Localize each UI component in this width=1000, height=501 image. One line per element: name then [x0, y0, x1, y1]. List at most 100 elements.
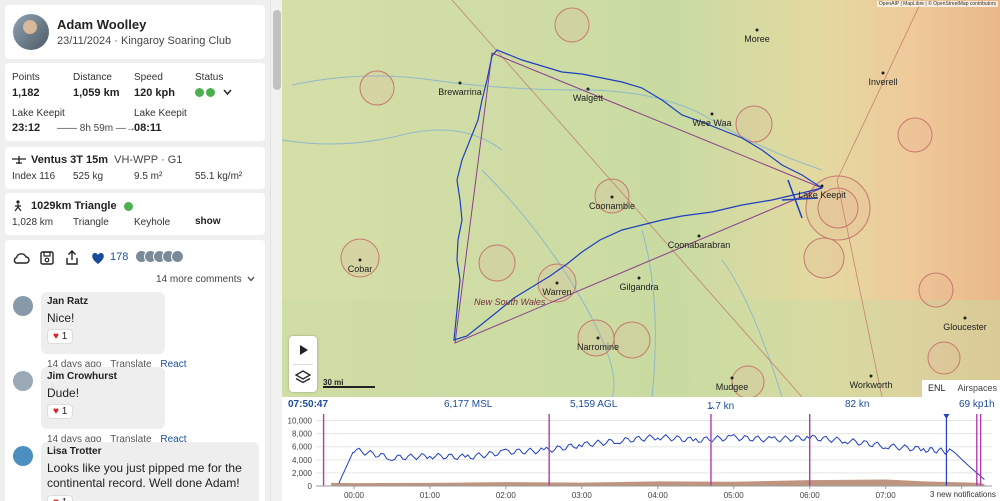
glider-icon [12, 156, 26, 164]
share-icon[interactable] [63, 249, 81, 267]
glider-line: Ventus 3T 15m VH-WPP · G1 [31, 154, 183, 166]
speed-value: 120 kph [134, 87, 175, 99]
town-label: Lake Keepit [798, 190, 846, 200]
x-tick-label: 00:00 [344, 491, 365, 500]
y-tick-label: 2,000 [292, 469, 313, 478]
cloud-icon[interactable] [12, 249, 30, 267]
avatar[interactable] [13, 371, 33, 391]
task-type: Triangle [73, 217, 109, 228]
x-tick-label: 05:00 [724, 491, 745, 500]
x-tick-label: 01:00 [420, 491, 441, 500]
task-show-link[interactable]: show [195, 216, 221, 227]
barogram-readout: 07:50:47 6,177 MSL 5,159 AGL ⌄ 1.7 kn 82… [282, 397, 1000, 412]
flight-duration: —— 8h 59m —→ [57, 123, 136, 134]
avatar[interactable] [13, 446, 33, 466]
x-tick-label: 07:00 [876, 491, 897, 500]
x-tick-label: 03:00 [572, 491, 593, 500]
reaction-badge[interactable]: ♥ 1 [47, 404, 74, 419]
x-tick-label: 04:00 [648, 491, 669, 500]
comment-author[interactable]: Jan Ratz [47, 296, 159, 307]
heart-icon: ♥ [53, 406, 59, 417]
glider-registration: VH-WPP [114, 154, 158, 166]
glider-index: Index 116 [12, 171, 56, 182]
pilot-name[interactable]: Adam Woolley [57, 17, 146, 32]
status-indicator[interactable] [195, 86, 232, 98]
town-dot [963, 316, 967, 320]
terrain-profile [331, 479, 985, 486]
chevron-down-icon[interactable] [223, 89, 232, 96]
task-title-text: 1029km Triangle [31, 200, 117, 212]
town-label: Narromine [576, 342, 620, 352]
liker-avatars[interactable] [135, 250, 184, 266]
town-label: Mudgee [715, 382, 749, 392]
likes-count[interactable]: 178 [110, 251, 128, 263]
scale-label: 30 mi [323, 378, 344, 387]
task-person-icon [14, 200, 22, 212]
barogram-panel[interactable]: 07:50:47 6,177 MSL 5,159 AGL ⌄ 1.7 kn 82… [282, 397, 1000, 501]
town-dot [555, 281, 559, 285]
vario-value: 1.7 kn [707, 401, 735, 412]
y-tick-label: 10,000 [288, 417, 313, 426]
y-tick-label: 6,000 [292, 443, 313, 452]
glider-card[interactable]: Ventus 3T 15m VH-WPP · G1 Index 116 525 … [5, 147, 265, 189]
town-label: Cobar [347, 264, 373, 274]
distance-label: Distance [73, 72, 112, 83]
altitude-series-line [338, 433, 985, 484]
pilot-card[interactable]: Adam Woolley 23/11/2024 · Kingaroy Soari… [5, 5, 265, 59]
map-attribution[interactable]: OpenAIP | MapLibre | © OpenStreetMap con… [876, 1, 998, 7]
takeoff-time: 23:12 [12, 122, 41, 134]
town-label: Gloucester [943, 322, 987, 332]
airspeed: 82 kn [845, 399, 870, 410]
town-label: Warren [542, 287, 572, 297]
map-canvas[interactable] [282, 0, 1000, 397]
flight-map[interactable]: Moree Inverell Brewarrina Walgett Wee Waa Lak… [282, 0, 1000, 397]
y-tick-label: 0 [308, 482, 313, 491]
glider-mass: 525 kg [73, 171, 104, 182]
heart-icon[interactable] [89, 249, 107, 267]
tab-enl[interactable]: ENL [922, 380, 952, 397]
region-label: New South Wales [474, 297, 546, 307]
x-tick-label: 06:00 [800, 491, 821, 500]
more-comments-button[interactable]: 14 more comments [156, 274, 255, 285]
flight-stats-card: Points 1,182 Distance 1,059 km Speed 120… [5, 63, 265, 141]
task-card: 1029km Triangle 1,028 km Triangle Keyhol… [5, 193, 265, 235]
layers-icon[interactable] [289, 364, 317, 392]
town-label: Wee Waa [692, 118, 732, 128]
comment-author[interactable]: Jim Crowhurst [47, 371, 159, 382]
barogram-chart[interactable]: 10,000 8,000 6,000 4,000 2,000 0 00:00 01:00 02:… [282, 412, 1000, 501]
town-label: Gilgandra [619, 282, 659, 292]
task-zone: Keyhole [134, 217, 171, 228]
landing-place: Lake Keepit [134, 108, 187, 119]
speed-label: Speed [134, 72, 163, 83]
task-title: 1029km Triangle [31, 200, 135, 212]
pilot-avatar[interactable] [13, 14, 49, 50]
town-label: Moree [744, 34, 770, 44]
reaction-badge[interactable]: ♥ 1 [47, 329, 74, 344]
task-status-dot-icon [123, 201, 133, 211]
save-icon[interactable] [38, 249, 56, 267]
map-layer-tabs: ENL Airspaces [922, 380, 1000, 397]
react-button[interactable]: React [160, 359, 186, 370]
status-dot-icon [206, 87, 215, 97]
distance-value: 1,059 km [73, 87, 120, 99]
town-dot [458, 81, 462, 85]
ground-speed: 69 kp1h [959, 399, 995, 410]
panel-scrollbar[interactable] [270, 0, 282, 501]
competition-id: G1 [167, 154, 183, 166]
scrollbar-thumb[interactable] [273, 10, 281, 90]
task-distance: 1,028 km [12, 217, 54, 228]
reaction-badge[interactable]: ♥ 1 [47, 495, 74, 501]
comment-author[interactable]: Lisa Trotter [47, 446, 253, 457]
comment-bubble: Lisa Trotter Looks like you just pipped … [41, 442, 259, 501]
tab-airspaces[interactable]: Airspaces [952, 380, 1000, 397]
chevron-down-icon [247, 276, 255, 282]
status-dot-icon [195, 87, 204, 97]
town-dot [596, 336, 600, 340]
notifications-badge[interactable]: 3 new notifications [927, 490, 999, 499]
flight-details-panel: Adam Woolley 23/11/2024 · Kingaroy Soari… [0, 0, 270, 501]
social-card: 178 14 more comments Jan Ratz Nice! ♥ 1 … [5, 240, 265, 501]
duration-value: 8h 59m [79, 123, 114, 134]
play-icon[interactable] [289, 336, 317, 364]
town-label: Coonabarabran [667, 240, 731, 250]
avatar[interactable] [13, 296, 33, 316]
